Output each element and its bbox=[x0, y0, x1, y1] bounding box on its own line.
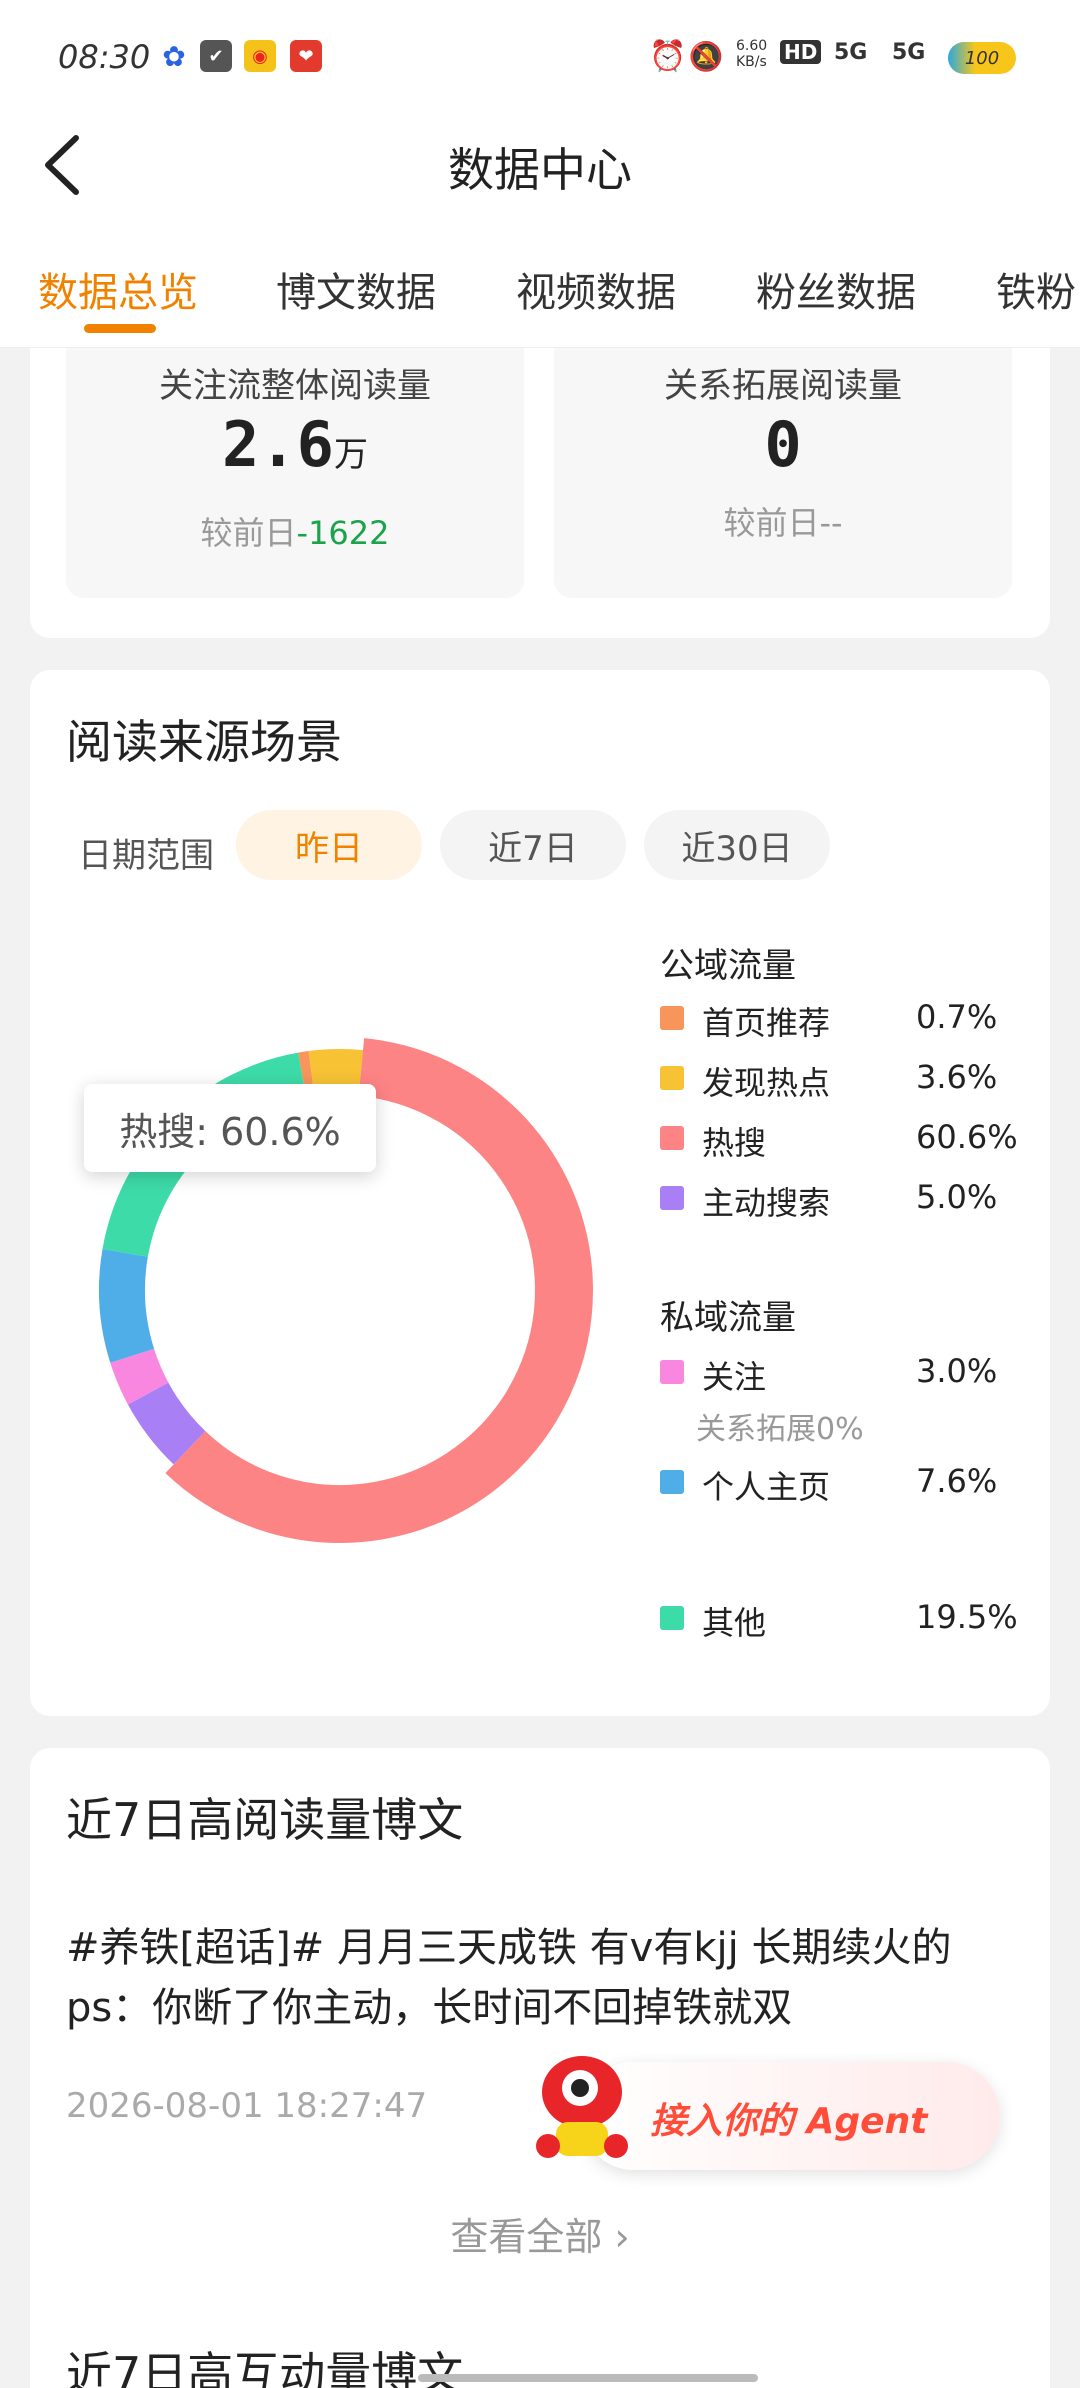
page-title: 数据中心 bbox=[448, 143, 632, 197]
public-traffic-heading: 公域流量 bbox=[660, 946, 796, 986]
legend-swatch bbox=[660, 1606, 684, 1630]
net-speed: 6.60 KB/s bbox=[736, 38, 768, 70]
next-section-title: 近7日高互动量博文 bbox=[66, 2347, 464, 2388]
legend-item: 首页推荐 0.7% bbox=[660, 998, 1040, 1042]
battery-indicator: 100 bbox=[948, 42, 1016, 74]
mute-icon: 🔕 bbox=[688, 39, 724, 73]
legend-item: 关注 3.0% bbox=[660, 1352, 1040, 1396]
section-title: 阅读来源场景 bbox=[66, 715, 342, 769]
home-indicator bbox=[418, 2374, 758, 2382]
stat-label: 关注流整体阅读量 bbox=[159, 366, 431, 406]
status-time: 08:30 bbox=[58, 38, 151, 76]
relation-note: 关系拓展0% bbox=[696, 1412, 864, 1447]
stat-compare: 较前日-- bbox=[723, 504, 843, 542]
donut-slice-关注[interactable] bbox=[110, 1348, 169, 1405]
stat-delta: -- bbox=[819, 504, 843, 542]
tab-active-indicator bbox=[84, 324, 156, 333]
pill-yesterday[interactable]: 昨日 bbox=[236, 810, 422, 880]
date-range-label: 日期范围 bbox=[78, 836, 214, 876]
stat-compare: 较前日-1622 bbox=[200, 514, 390, 552]
tab-post-data[interactable]: 博文数据 bbox=[276, 260, 436, 318]
donut-slice-主动搜索[interactable] bbox=[127, 1382, 206, 1465]
stat-value: 0 bbox=[764, 408, 802, 481]
donut-slice-首页推荐[interactable] bbox=[298, 1051, 315, 1098]
tab-bar: 数据总览 博文数据 视频数据 粉丝数据 铁粉 bbox=[0, 220, 1080, 348]
pill-7days[interactable]: 近7日 bbox=[440, 810, 626, 880]
legend-swatch bbox=[660, 1066, 684, 1090]
donut-slice-发现热点[interactable] bbox=[308, 1049, 364, 1097]
read-source-card: 阅读来源场景 日期范围 昨日 近7日 近30日 热搜: 60.6% 公域流量 首… bbox=[30, 670, 1050, 1716]
pill-30days[interactable]: 近30日 bbox=[644, 810, 830, 880]
view-all-link[interactable]: 查看全部 › bbox=[30, 2206, 1050, 2261]
stat-delta: -1622 bbox=[296, 514, 390, 552]
legend-swatch bbox=[660, 1126, 684, 1150]
tab-video-data[interactable]: 视频数据 bbox=[516, 260, 676, 318]
hd-badge: HD bbox=[780, 40, 822, 64]
donut-slice-个人主页[interactable] bbox=[99, 1248, 155, 1363]
post-time: 2026-08-01 18:27:47 bbox=[66, 2086, 428, 2126]
weibo-icon: ◉ bbox=[244, 40, 276, 72]
stat-label: 关系拓展阅读量 bbox=[664, 366, 902, 406]
status-bar: 08:30 ✿ ✔ ◉ ❤ ⏰ 🔕 6.60 KB/s HD 5G 5G 100 bbox=[0, 0, 1080, 110]
page-header: 数据中心 bbox=[0, 110, 1080, 220]
stat-unit: 万 bbox=[333, 435, 368, 475]
legend-item: 个人主页 7.6% bbox=[660, 1462, 1040, 1506]
stats-card: 关注流整体阅读量 2.6万 较前日-1622 关系拓展阅读量 0 较前日-- bbox=[30, 348, 1050, 638]
clipboard-icon: ✔ bbox=[200, 40, 232, 72]
post-text[interactable]: #养铁[超话]# 月月三天成铁 有v有kjj 长期续火的 ps：你断了你主动，长… bbox=[66, 1918, 1016, 2038]
alarm-icon: ⏰ bbox=[649, 38, 687, 74]
section-title: 近7日高阅读量博文 bbox=[66, 1793, 464, 1847]
legend-swatch bbox=[660, 1470, 684, 1494]
legend-item: 热搜 60.6% bbox=[660, 1118, 1040, 1162]
legend-item: 其他 19.5% bbox=[660, 1598, 1040, 1642]
mascot-icon bbox=[536, 2056, 628, 2158]
chart-tooltip: 热搜: 60.6% bbox=[84, 1084, 376, 1172]
follow-read-box: 关注流整体阅读量 2.6万 较前日-1622 bbox=[66, 348, 524, 598]
legend-swatch bbox=[660, 1186, 684, 1210]
app-icon: ❤ bbox=[290, 40, 322, 72]
private-traffic-heading: 私域流量 bbox=[660, 1298, 796, 1338]
chevron-right-icon: › bbox=[614, 2215, 630, 2259]
legend-item: 主动搜索 5.0% bbox=[660, 1178, 1040, 1222]
legend-item: 发现热点 3.6% bbox=[660, 1058, 1040, 1102]
legend-swatch bbox=[660, 1006, 684, 1030]
legend-swatch bbox=[660, 1360, 684, 1384]
tab-fans-data[interactable]: 粉丝数据 bbox=[756, 260, 916, 318]
tab-iron-fans[interactable]: 铁粉 bbox=[996, 260, 1076, 318]
signal-2: 5G bbox=[892, 40, 926, 65]
agent-label: 接入你的 Agent bbox=[650, 2101, 928, 2142]
signal-1: 5G bbox=[834, 40, 868, 65]
tab-overview[interactable]: 数据总览 bbox=[38, 260, 198, 318]
baidu-icon: ✿ bbox=[162, 39, 186, 73]
relation-read-box: 关系拓展阅读量 0 较前日-- bbox=[554, 348, 1012, 598]
stat-value: 2.6万 bbox=[222, 408, 368, 481]
agent-float-button[interactable]: 接入你的 Agent bbox=[520, 2042, 1020, 2172]
